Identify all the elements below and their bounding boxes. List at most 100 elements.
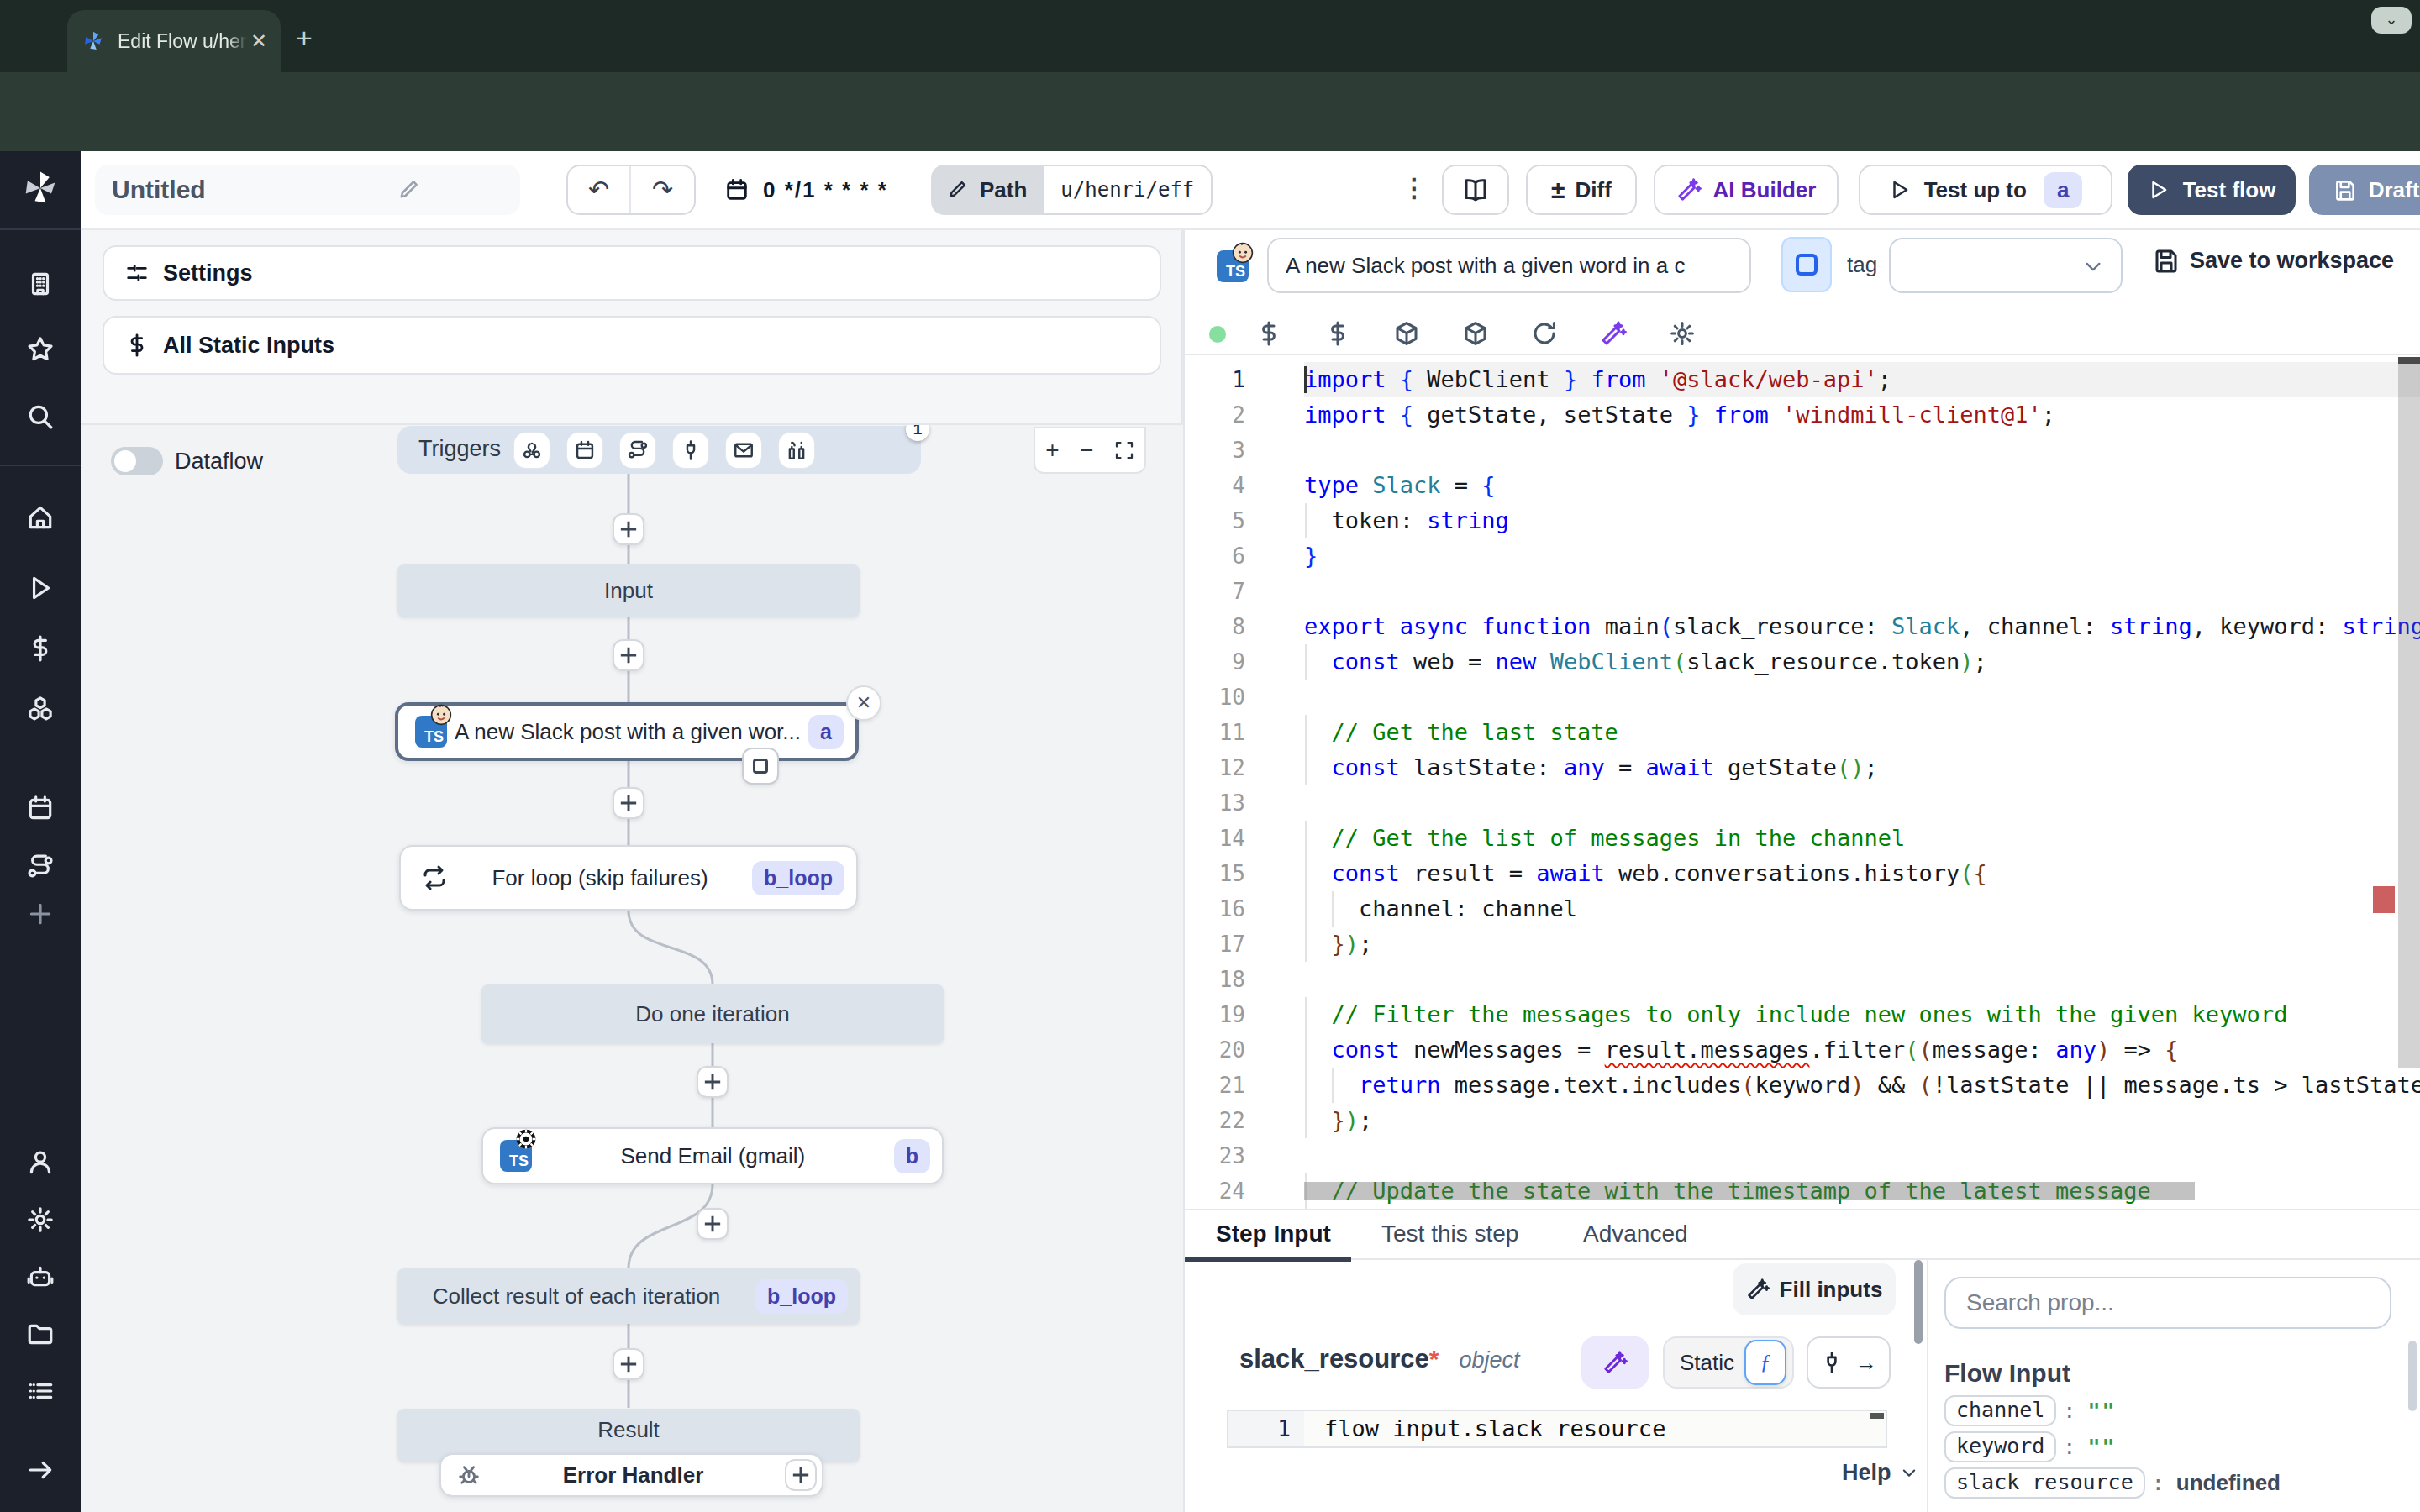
editor-toolbar-gear-icon[interactable] [1669,320,1696,347]
code-editor[interactable]: 1import { WebClient } from '@slack/web-a… [1185,357,2420,1209]
trigger-poll-icon[interactable] [779,433,814,468]
undo-button[interactable]: ↶ [568,166,631,213]
node-step-a-selected[interactable]: TS A new Slack post with a given wor... … [395,702,859,761]
trigger-mail-icon[interactable] [726,433,761,468]
windmill-logo[interactable] [18,166,62,210]
editor-toolbar-ai-wand-icon[interactable] [1600,320,1627,347]
editor-toolbar-dollar-icon[interactable] [1324,320,1351,347]
node-do-one-iteration[interactable]: Do one iteration [481,984,944,1043]
delete-node-icon[interactable]: ✕ [846,685,881,721]
insert-step-button[interactable] [613,1348,644,1380]
help-button[interactable]: Help [1842,1460,1918,1486]
sidebar-home-icon[interactable] [26,503,55,532]
test-up-to-button[interactable]: Test up to a [1859,165,2112,215]
more-options-kebab-icon[interactable]: ⋮ [1402,173,1427,202]
flow-input-prop-slack_resource[interactable]: slack_resource:undefined [1944,1468,2281,1497]
search-prop-input[interactable]: Search prop... [1944,1277,2391,1329]
test-up-to-step-badge[interactable]: a [2044,172,2082,208]
docs-book-button[interactable] [1442,165,1509,215]
editor-horizontal-scrollbar[interactable] [1304,1182,2195,1200]
prop-key[interactable]: channel [1944,1395,2056,1426]
triggers-bar[interactable]: Triggers 1 [397,426,921,474]
sidebar-variables-dollar-icon[interactable] [26,634,55,663]
editor-toolbar-package-icon[interactable] [1393,320,1420,347]
save-to-workspace-button[interactable]: Save to workspace [2153,247,2394,274]
props-scrollbar-thumb[interactable] [2408,1341,2417,1411]
expand-icon[interactable] [1114,440,1134,460]
add-error-handler-icon[interactable] [785,1459,817,1491]
edit-name-pencil-icon[interactable] [315,178,502,202]
redo-button[interactable]: ↷ [631,166,694,213]
javascript-expression-icon[interactable]: ƒ [1744,1340,1786,1385]
test-flow-button[interactable]: Test flow [2128,165,2296,215]
flow-graph-canvas[interactable]: Dataflow + − Triggers 1 Input TS A new S… [81,423,1183,1512]
all-static-inputs-card[interactable]: All Static Inputs [103,316,1161,375]
path-control[interactable]: Path u/henri/eff [931,165,1213,215]
sidebar-user-icon[interactable] [26,1148,55,1177]
diff-button[interactable]: ±Diff [1526,165,1637,215]
prop-key[interactable]: keyword [1944,1431,2056,1462]
sidebar-settings-gear-icon[interactable] [26,1205,55,1234]
sidebar-add-plus-icon[interactable] [26,900,55,928]
sidebar-runs-play-icon[interactable] [26,574,55,602]
tab-test-this-step[interactable]: Test this step [1381,1221,1518,1247]
step-summary-input[interactable]: A new Slack post with a given word in a … [1267,238,1751,293]
trigger-plug-icon[interactable] [673,433,708,468]
settings-card[interactable]: Settings [103,245,1161,301]
node-collect-result[interactable]: Collect result of each iteration b_loop [397,1268,860,1324]
sidebar-routes-icon[interactable] [26,853,55,881]
new-tab-button[interactable]: + [296,22,313,55]
trigger-webhook-icon[interactable] [514,433,550,468]
zoom-out-icon[interactable]: − [1080,437,1093,464]
tab-search-chevron-icon[interactable]: ⌄ [2371,7,2412,34]
editor-vertical-scrollbar[interactable] [2398,357,2420,1068]
trigger-calendar-icon[interactable] [567,433,602,468]
fill-inputs-button[interactable]: Fill inputs [1733,1263,1896,1315]
sidebar-logs-list-icon[interactable] [26,1377,55,1405]
input-mode-toggle[interactable]: Static ƒ [1663,1336,1794,1389]
schedule-control[interactable]: 0 */1 * * * * [724,165,888,215]
sidebar-resources-cubes-icon[interactable] [26,695,55,723]
insert-step-button[interactable] [697,1066,729,1098]
browser-tab[interactable]: Edit Flow u/henri/effective_un ✕ [67,10,281,72]
insert-step-button[interactable] [613,639,644,671]
insert-step-button[interactable] [613,513,644,545]
node-error-handler[interactable]: Error Handler [439,1453,823,1497]
path-value[interactable]: u/henri/eff [1044,165,1213,215]
path-label-segment[interactable]: Path [931,165,1044,215]
node-send-email[interactable]: TS Send Email (gmail) b [481,1127,944,1184]
zoom-in-icon[interactable]: + [1045,437,1059,464]
stop-after-step-icon[interactable] [742,748,779,785]
tab-close-icon[interactable]: ✕ [250,29,267,53]
flow-input-prop-keyword[interactable]: keyword:"" [1944,1432,2117,1461]
panel-scrollbar-thumb[interactable] [1914,1260,1923,1344]
sidebar-favorites-star-icon[interactable] [26,335,55,364]
flow-name-field[interactable]: Untitled [95,165,520,215]
draft-button[interactable]: Draft [2309,165,2420,215]
tab-advanced[interactable]: Advanced [1583,1221,1688,1247]
connect-input-button[interactable]: → [1807,1336,1891,1389]
sidebar-schedules-calendar-icon[interactable] [26,794,55,822]
sidebar-folders-icon[interactable] [26,1320,55,1348]
dataflow-toggle[interactable] [111,447,163,475]
editor-toolbar-dollar-icon[interactable] [1255,320,1282,347]
insert-step-button[interactable] [697,1208,729,1240]
step-box-toggle-button[interactable] [1781,237,1832,292]
prop-key[interactable]: slack_resource [1944,1467,2145,1499]
tab-step-input[interactable]: Step Input [1216,1221,1331,1247]
tag-select[interactable] [1889,238,2123,293]
insert-step-button[interactable] [613,787,644,819]
editor-toolbar-package-icon[interactable] [1462,320,1489,347]
sidebar-search-icon[interactable] [26,402,55,431]
trigger-route-icon[interactable] [620,433,655,468]
node-for-loop[interactable]: For loop (skip failures) b_loop [399,845,858,911]
ai-builder-button[interactable]: AI Builder [1654,165,1839,215]
editor-toolbar-refresh-icon[interactable] [1531,320,1558,347]
expression-editor[interactable]: 1 flow_input.slack_resource [1227,1410,1887,1448]
sidebar-workers-robot-icon[interactable] [26,1263,55,1291]
ai-fill-button[interactable] [1581,1336,1649,1389]
node-input[interactable]: Input [397,564,860,617]
sidebar-workspace-icon[interactable] [26,270,55,298]
flow-input-prop-channel[interactable]: channel:"" [1944,1396,2117,1425]
sidebar-collapse-arrow-icon[interactable] [26,1456,55,1484]
